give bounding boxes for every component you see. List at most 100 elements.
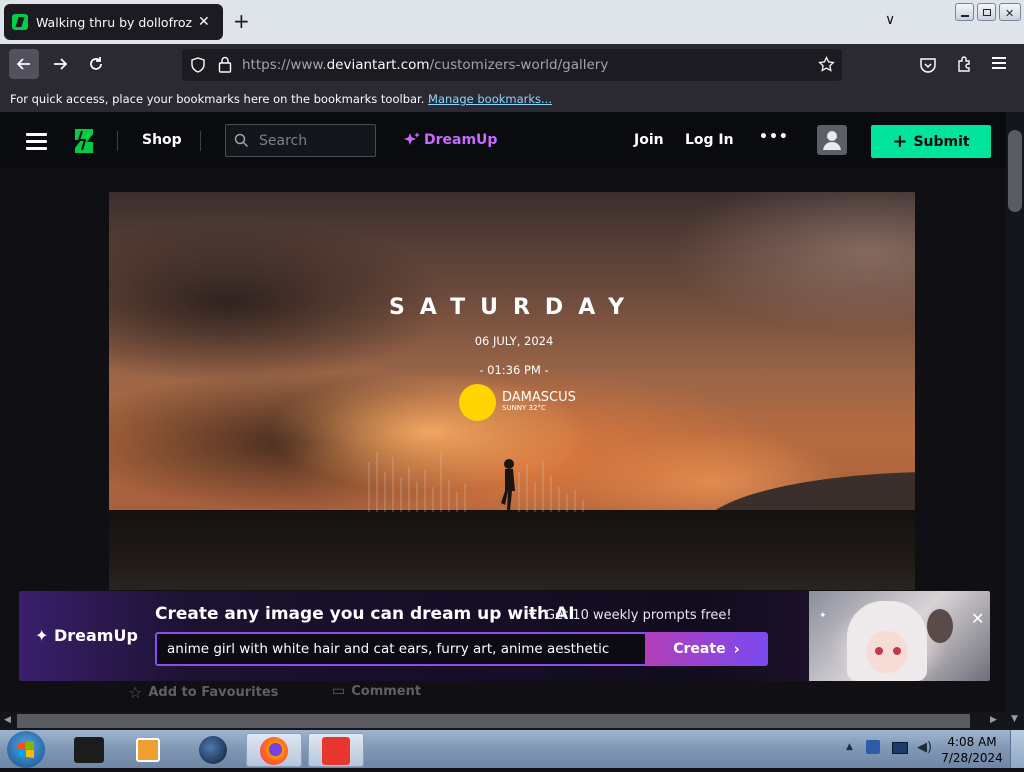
- scroll-left-arrow-icon[interactable]: ◀: [4, 715, 11, 725]
- comment-label: Comment: [351, 683, 422, 699]
- network-icon[interactable]: [892, 742, 908, 754]
- comment-icon: ▭: [332, 683, 346, 699]
- submit-label: Submit: [913, 133, 970, 150]
- create-button[interactable]: Create ›: [645, 632, 768, 666]
- minimize-window-button[interactable]: [955, 3, 974, 21]
- extensions-puzzle-icon[interactable]: [956, 55, 974, 73]
- search-placeholder: Search: [259, 132, 308, 149]
- globe-app-icon: [199, 736, 227, 764]
- tray-app-icon[interactable]: [866, 740, 880, 754]
- add-to-favourites-button[interactable]: ☆ Add to Favourites: [128, 683, 278, 702]
- taskbar-firefox[interactable]: [246, 733, 302, 767]
- taskbar-app-1[interactable]: [62, 733, 118, 767]
- clock-time: 4:08 AM: [947, 735, 997, 749]
- taskbar-app-3[interactable]: [186, 733, 242, 767]
- comment-button[interactable]: ▭ Comment: [332, 683, 421, 699]
- horizontal-scrollbar[interactable]: ◀ ▶: [0, 712, 1006, 730]
- lock-icon[interactable]: [218, 56, 232, 73]
- volume-icon[interactable]: ◀): [917, 740, 932, 755]
- app-menu-hamburger-icon[interactable]: [992, 55, 1006, 69]
- bookmarks-hint-text: For quick access, place your bookmarks h…: [10, 92, 425, 106]
- plus-icon: +: [892, 131, 908, 152]
- system-clock[interactable]: 4:08 AM 7/28/2024: [940, 734, 1004, 766]
- show-hidden-icons-chevron-icon[interactable]: ▲: [846, 742, 853, 752]
- arrow-right-icon: [54, 58, 68, 70]
- forward-button[interactable]: [45, 49, 75, 79]
- close-window-button[interactable]: ✕: [999, 3, 1021, 21]
- taskbar-app-2[interactable]: [122, 733, 178, 767]
- url-text[interactable]: https://www.deviantart.com/customizers-w…: [242, 57, 608, 73]
- horizontal-scrollbar-thumb[interactable]: [17, 714, 970, 728]
- join-link[interactable]: Join: [634, 132, 664, 148]
- address-bar[interactable]: https://www.deviantart.com/customizers-w…: [182, 49, 842, 81]
- artwork-ground: [109, 510, 915, 590]
- monitor-app-icon: [74, 737, 104, 763]
- arrow-left-icon: [16, 58, 30, 70]
- deviantart-logo-icon[interactable]: [73, 128, 95, 154]
- browser-tab-strip: Walking thru by dollofroz on De ✕ + ∨ ✕: [0, 0, 1024, 44]
- artwork-weather: SUNNY 32°C: [502, 404, 546, 412]
- media-player-icon: [136, 738, 160, 762]
- url-path: /customizers-world/gallery: [429, 57, 609, 73]
- dreamup-banner-logo: ✦ DreamUp: [35, 626, 138, 645]
- visualizer-bars: [368, 452, 584, 512]
- firefox-icon: [260, 737, 288, 765]
- bookmarks-toolbar: For quick access, place your bookmarks h…: [0, 86, 1024, 112]
- banner-headline: Create any image you can dream up with A…: [155, 604, 575, 624]
- close-icon[interactable]: ✕: [971, 609, 984, 628]
- artwork-image[interactable]: SATURDAY 06 JULY, 2024 - 01:36 PM - DAMA…: [109, 192, 915, 590]
- header-divider: [117, 131, 118, 151]
- anime-sample-image: ✦: [809, 591, 990, 681]
- login-link[interactable]: Log In: [685, 132, 734, 148]
- sun-icon: [459, 384, 496, 421]
- manage-bookmarks-link[interactable]: Manage bookmarks...: [428, 92, 552, 106]
- dreamup-label: DreamUp: [424, 132, 498, 148]
- start-button[interactable]: [7, 731, 45, 768]
- shop-link[interactable]: Shop: [142, 132, 182, 148]
- dreamup-promo-banner: ✦ DreamUp Create any image you can dream…: [19, 591, 990, 681]
- dreamup-logo-text: DreamUp: [53, 626, 138, 645]
- sparkle-icon: ✦: [527, 607, 538, 621]
- windows-logo-icon: [18, 741, 34, 758]
- tab-list-chevron-icon[interactable]: ∨: [885, 12, 895, 28]
- bookmark-star-icon[interactable]: [818, 56, 835, 73]
- banner-promo-text: Get 10 weekly prompts free!: [545, 608, 732, 623]
- pocket-icon[interactable]: [919, 56, 937, 74]
- shield-icon[interactable]: [190, 57, 206, 73]
- site-header: Shop Search DreamUp Join Log In ••• + Su…: [0, 112, 1006, 168]
- artwork-date: 06 JULY, 2024: [474, 334, 554, 348]
- url-scheme: https://www.: [242, 57, 327, 73]
- taskbar-app-5[interactable]: [308, 733, 364, 767]
- vertical-scrollbar[interactable]: ▼: [1006, 112, 1024, 730]
- user-icon: [823, 131, 841, 150]
- scroll-down-arrow-icon[interactable]: ▼: [1011, 714, 1018, 724]
- clock-date: 7/28/2024: [941, 751, 1003, 765]
- show-desktop-button[interactable]: [1010, 730, 1024, 768]
- header-divider: [200, 131, 201, 151]
- dreamup-prompt-input[interactable]: anime girl with white hair and cat ears,…: [155, 632, 645, 666]
- reload-icon: [90, 57, 102, 70]
- new-tab-button[interactable]: +: [233, 9, 250, 33]
- scrollbar-thumb[interactable]: [1008, 130, 1022, 212]
- sparkle-icon: [404, 132, 420, 145]
- avatar[interactable]: [817, 125, 847, 155]
- tab-title: Walking thru by dollofroz on De: [36, 14, 194, 30]
- site-search-input[interactable]: Search: [225, 124, 376, 157]
- reload-button[interactable]: [81, 49, 111, 79]
- browser-tab-active[interactable]: Walking thru by dollofroz on De ✕: [4, 4, 223, 40]
- scroll-right-arrow-icon[interactable]: ▶: [990, 715, 997, 725]
- dreamup-logo-icon: ✦: [35, 626, 49, 645]
- deviantart-favicon-icon: [12, 14, 28, 30]
- search-icon: [234, 133, 249, 148]
- restore-window-button[interactable]: [977, 3, 996, 21]
- submit-button[interactable]: + Submit: [871, 125, 991, 158]
- tab-close-icon[interactable]: ✕: [198, 14, 210, 30]
- chevron-right-icon: ›: [733, 640, 740, 658]
- artwork-day: SATURDAY: [388, 295, 640, 320]
- dreamup-link[interactable]: DreamUp: [402, 131, 497, 149]
- create-label: Create: [673, 641, 726, 657]
- artwork-city: DAMASCUS: [502, 390, 576, 405]
- more-menu-icon[interactable]: •••: [759, 129, 789, 145]
- back-button[interactable]: [9, 49, 39, 79]
- url-host: deviantart.com: [326, 57, 430, 73]
